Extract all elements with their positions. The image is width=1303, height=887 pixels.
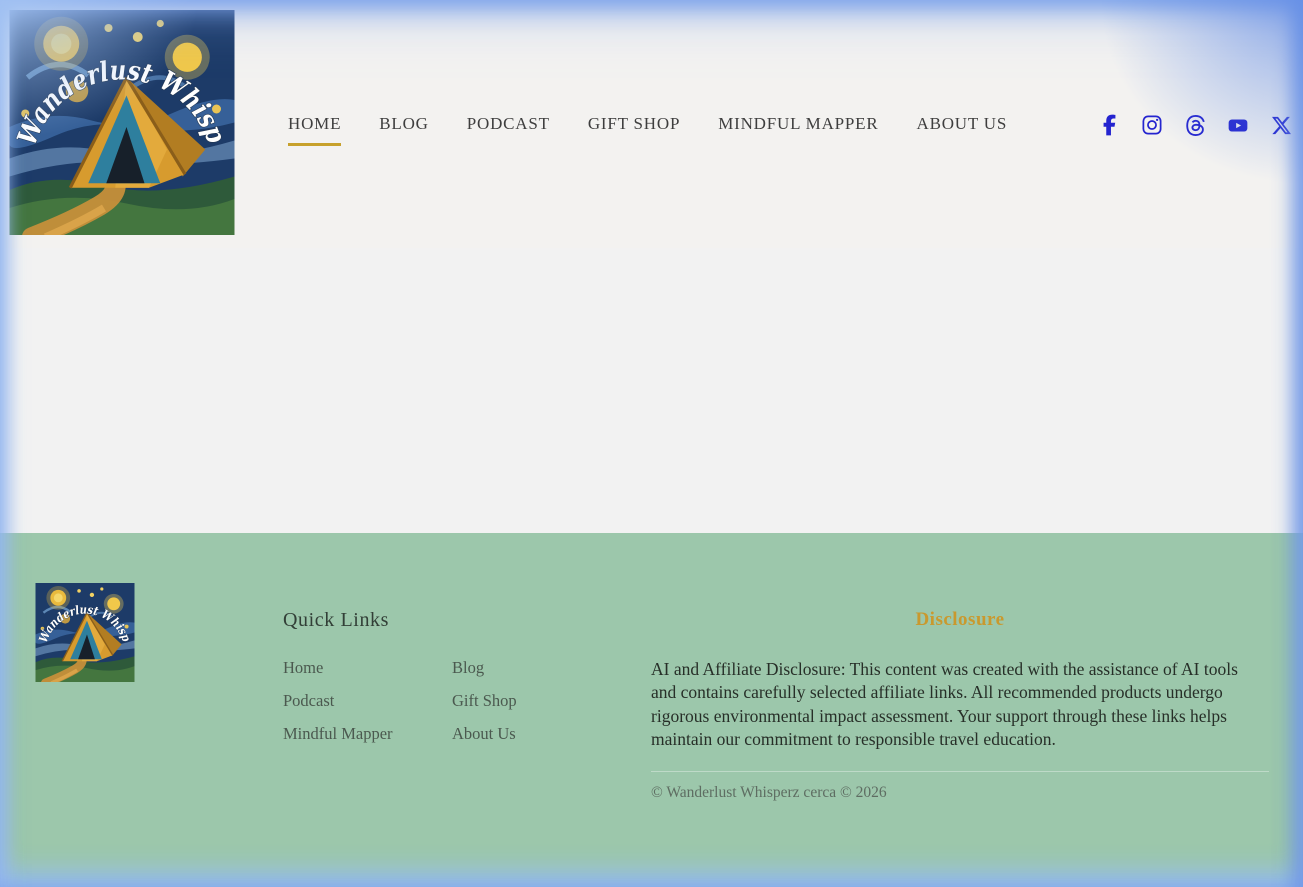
- site-logo[interactable]: [9, 10, 235, 235]
- footer-link-home[interactable]: Home: [283, 659, 452, 677]
- disclosure-section: Disclosure AI and Affiliate Disclosure: …: [651, 609, 1269, 802]
- footer-link-podcast[interactable]: Podcast: [283, 692, 452, 710]
- nav-about-us[interactable]: ABOUT US: [917, 114, 1008, 146]
- main-content: [0, 248, 1303, 533]
- disclosure-title: Disclosure: [651, 609, 1269, 631]
- x-icon[interactable]: [1270, 112, 1292, 138]
- quick-links-col-1: Home Podcast Mindful Mapper: [283, 659, 452, 758]
- disclosure-text: AI and Affiliate Disclosure: This conten…: [651, 658, 1255, 751]
- nav-home[interactable]: HOME: [288, 114, 341, 146]
- footer-link-gift-shop[interactable]: Gift Shop: [452, 692, 621, 710]
- nav-mindful-mapper[interactable]: MINDFUL MAPPER: [718, 114, 878, 146]
- footer-link-blog[interactable]: Blog: [452, 659, 621, 677]
- nav-blog[interactable]: BLOG: [379, 114, 428, 146]
- page: HOME BLOG PODCAST GIFT SHOP MINDFUL MAPP…: [0, 0, 1303, 887]
- footer-divider: [651, 771, 1269, 772]
- threads-icon[interactable]: [1184, 112, 1206, 138]
- quick-links-section: Quick Links Home Podcast Mindful Mapper …: [283, 609, 621, 758]
- nav-podcast[interactable]: PODCAST: [467, 114, 550, 146]
- nav-gift-shop[interactable]: GIFT SHOP: [588, 114, 680, 146]
- youtube-icon[interactable]: [1227, 112, 1249, 138]
- footer-link-mindful-mapper[interactable]: Mindful Mapper: [283, 725, 452, 743]
- quick-links-col-2: Blog Gift Shop About Us: [452, 659, 621, 758]
- instagram-icon[interactable]: [1141, 112, 1163, 138]
- footer-logo[interactable]: [35, 583, 135, 682]
- main-nav: HOME BLOG PODCAST GIFT SHOP MINDFUL MAPP…: [288, 114, 1007, 146]
- site-footer: Quick Links Home Podcast Mindful Mapper …: [0, 533, 1303, 887]
- facebook-icon[interactable]: [1098, 112, 1120, 138]
- copyright-text: © Wanderlust Whisperz cerca © 2026: [651, 784, 1269, 802]
- quick-links-title: Quick Links: [283, 609, 621, 632]
- social-links: [1098, 112, 1292, 138]
- footer-link-about-us[interactable]: About Us: [452, 725, 621, 743]
- site-header: HOME BLOG PODCAST GIFT SHOP MINDFUL MAPP…: [0, 0, 1303, 248]
